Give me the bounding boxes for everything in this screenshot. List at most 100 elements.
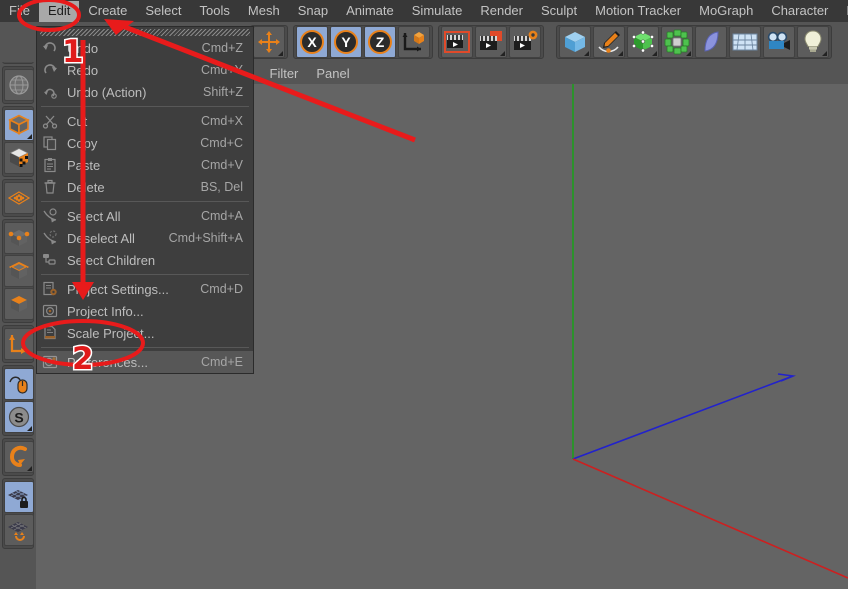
primitive-cube-button[interactable]: [559, 26, 591, 58]
spline-pen-button[interactable]: [593, 26, 625, 58]
menu-item-select-all[interactable]: Select All Cmd+A: [37, 205, 253, 227]
menu-item-shortcut: Cmd+D: [200, 282, 243, 296]
magnet-tool-button[interactable]: [4, 441, 34, 473]
menu-item-undo-action[interactable]: Undo (Action) Shift+Z: [37, 81, 253, 103]
menu-separator: [41, 106, 249, 107]
menu-separator: [41, 201, 249, 202]
menu-item-label: Scale Project...: [67, 325, 155, 341]
menu-animate[interactable]: Animate: [337, 1, 403, 22]
deformer-button[interactable]: [661, 26, 693, 58]
trash-icon: [39, 177, 61, 197]
menu-simulate[interactable]: Simulate: [403, 1, 472, 22]
camera-button[interactable]: [763, 26, 795, 58]
texture-mode-button[interactable]: [4, 142, 34, 174]
undo-icon: [39, 38, 61, 58]
menu-item-copy[interactable]: Copy Cmd+C: [37, 132, 253, 154]
environment-floor-button[interactable]: [729, 26, 761, 58]
enable-snapping-button[interactable]: [4, 368, 34, 400]
sidebar-group-interaction: S: [2, 365, 34, 436]
edges-mode-button[interactable]: [4, 255, 34, 287]
menu-mograph[interactable]: MoGraph: [690, 1, 762, 22]
render-settings-button[interactable]: [509, 26, 541, 58]
menu-item-project-settings[interactable]: Project Settings... Cmd+D: [37, 278, 253, 300]
left-tool-sidebar: S: [0, 22, 36, 589]
viewport-menu-filter[interactable]: Filter: [261, 64, 308, 83]
edit-dropdown-menu[interactable]: Undo Cmd+Z Redo Cmd+Y Undo (Action) Shift+Z Cu…: [36, 26, 254, 374]
sidebar-group-subcomponents: [2, 219, 34, 323]
menu-item-shortcut: Cmd+A: [200, 209, 243, 223]
menu-sculpt[interactable]: Sculpt: [532, 1, 586, 22]
menu-pipeline[interactable]: Pipeline: [837, 1, 848, 22]
menu-item-delete[interactable]: Delete BS, Del: [37, 176, 253, 198]
axis-y-button[interactable]: Y: [330, 26, 362, 58]
menu-item-shortcut: Cmd+C: [200, 136, 243, 150]
menu-item-select-children[interactable]: Select Children: [37, 249, 253, 271]
move-tool-button[interactable]: [253, 26, 285, 58]
menu-create[interactable]: Create: [79, 1, 136, 22]
main-menu-bar: File Edit Create Select Tools Mesh Snap Animate…: [0, 0, 848, 22]
scale-project-icon: [39, 323, 61, 343]
polygons-mode-button[interactable]: [4, 288, 34, 320]
polygon-mode-button[interactable]: [4, 182, 34, 214]
globe-view-button[interactable]: [4, 69, 34, 101]
menu-item-cut[interactable]: Cut Cmd+X: [37, 110, 253, 132]
sidebar-group-components: [2, 179, 34, 217]
menu-item-label: Select Children: [67, 252, 156, 268]
light-button[interactable]: [797, 26, 829, 58]
sidebar-group-workplane: [2, 478, 34, 549]
axis-modify-button[interactable]: [4, 328, 34, 360]
axis-x-button[interactable]: X: [296, 26, 328, 58]
model-mode-button[interactable]: [4, 109, 34, 141]
menu-item-paste[interactable]: Paste Cmd+V: [37, 154, 253, 176]
points-mode-button[interactable]: [4, 222, 34, 254]
menu-item-label: Delete: [67, 179, 105, 195]
menu-item-label: Select All: [67, 208, 121, 224]
bend-deformer-button[interactable]: [695, 26, 727, 58]
menu-item-label: Paste: [67, 157, 101, 173]
workplane-lock-button[interactable]: [4, 481, 34, 513]
scissors-icon: [39, 111, 61, 131]
sidebar-group-axis: [2, 325, 34, 363]
menu-snap[interactable]: Snap: [289, 1, 337, 22]
viewport-menu-panel[interactable]: Panel: [307, 64, 358, 83]
annotation-number-2: 2: [71, 340, 96, 379]
project-settings-icon: [39, 279, 61, 299]
menu-item-shortcut: Cmd+E: [200, 355, 243, 369]
menu-item-deselect-all[interactable]: Deselect All Cmd+Shift+A: [37, 227, 253, 249]
menu-item-label: Copy: [67, 135, 98, 151]
annotation-number-1: 1: [61, 33, 86, 72]
menu-item-label: Undo (Action): [67, 84, 147, 100]
menu-item-preferences[interactable]: Preferences... Cmd+E: [37, 351, 253, 373]
menu-edit[interactable]: Edit: [38, 0, 80, 22]
copy-icon: [39, 133, 61, 153]
menu-item-scale-project[interactable]: Scale Project...: [37, 322, 253, 344]
menu-file[interactable]: File: [0, 1, 39, 22]
menu-select[interactable]: Select: [136, 1, 190, 22]
menu-character[interactable]: Character: [762, 1, 837, 22]
menu-item-shortcut: Cmd+Y: [200, 63, 243, 77]
snap-settings-button[interactable]: S: [4, 401, 34, 433]
nurbs-generator-button[interactable]: [627, 26, 659, 58]
render-to-picture-viewer-button[interactable]: [475, 26, 507, 58]
menu-item-label: Project Info...: [67, 303, 144, 319]
axis-z-button[interactable]: Z: [364, 26, 396, 58]
workplane-rotate-button[interactable]: [4, 514, 34, 546]
menu-item-label: Deselect All: [67, 230, 135, 246]
menu-separator: [41, 274, 249, 275]
preferences-icon: [39, 352, 61, 372]
menu-motion-tracker[interactable]: Motion Tracker: [586, 1, 690, 22]
menu-item-label: Cut: [67, 113, 88, 129]
render-view-button[interactable]: [441, 26, 473, 58]
object-creation-group: [556, 25, 832, 59]
axis-lock-group: X Y Z: [293, 25, 433, 59]
menu-item-label: Project Settings...: [67, 281, 169, 297]
axis-x-line: [572, 458, 848, 579]
menu-item-project-info[interactable]: Project Info...: [37, 300, 253, 322]
world-object-coordinates-button[interactable]: [398, 26, 430, 58]
menu-item-shortcut: Cmd+X: [200, 114, 243, 128]
axis-y-label: Y: [341, 34, 351, 50]
menu-mesh[interactable]: Mesh: [239, 1, 289, 22]
menu-render[interactable]: Render: [471, 1, 532, 22]
menu-tools[interactable]: Tools: [191, 1, 239, 22]
axis-x-label: X: [307, 34, 317, 50]
